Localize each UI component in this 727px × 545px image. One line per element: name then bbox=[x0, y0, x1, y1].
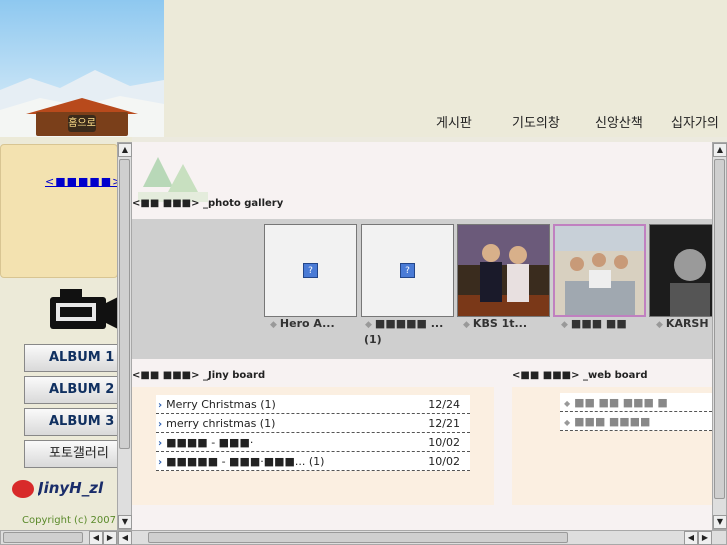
bullet-icon: ◆ bbox=[564, 399, 571, 408]
tree-illustration bbox=[138, 157, 208, 202]
web-board-row[interactable]: ◆ ■■■ ■■■■ bbox=[560, 412, 712, 431]
tv-show-photo bbox=[458, 225, 549, 316]
left-frame-scrollbar[interactable]: ▲ ▼ bbox=[117, 142, 132, 530]
logo-icon bbox=[12, 480, 34, 498]
scrollbar-thumb[interactable] bbox=[119, 159, 130, 449]
arrow-icon: › bbox=[158, 438, 163, 449]
scroll-left-icon[interactable]: ◀ bbox=[89, 531, 103, 545]
gallery-title-prefix: <■■ ■■■> bbox=[132, 198, 200, 209]
web-board-title-prefix: <■■ ■■■> bbox=[512, 370, 580, 381]
photo-thumbnail[interactable]: ? bbox=[264, 224, 357, 317]
nav-prayer[interactable]: 기도의창 bbox=[512, 112, 560, 131]
home-button[interactable]: 홈으로 bbox=[26, 98, 138, 137]
web-board-title-text: _web board bbox=[582, 370, 648, 381]
web-board-row[interactable]: ◆ ■■ ■■ ■■■ ■ bbox=[560, 393, 712, 412]
jiny-board-title: <■■ ■■■> _Jiny board bbox=[132, 370, 265, 381]
home-label: 홈으로 bbox=[68, 115, 96, 132]
header-banner: 홈으로 bbox=[0, 0, 164, 137]
scroll-down-icon[interactable]: ▼ bbox=[118, 515, 132, 529]
album-3-button[interactable]: ALBUM 3 bbox=[24, 408, 122, 436]
scroll-left-icon[interactable]: ◀ bbox=[118, 531, 132, 545]
photo-thumbnail[interactable]: ? bbox=[361, 224, 454, 317]
video-camera-icon bbox=[50, 289, 118, 329]
gallery-title-text: _photo gallery bbox=[202, 198, 284, 209]
bullet-icon: ◆ bbox=[564, 418, 571, 427]
scroll-right-icon[interactable]: ▶ bbox=[698, 531, 712, 545]
gallery-title: <■■ ■■■> _photo gallery bbox=[132, 198, 283, 209]
photo-gallery-strip: ? ◆ Hero A... ? ◆ ■■■■■ ... (1) ◆ KBS 1t... bbox=[132, 219, 712, 359]
web-board-title: <■■ ■■■> _web board bbox=[512, 370, 648, 381]
photo-comment-count: (1) bbox=[364, 333, 382, 346]
paper-link[interactable]: <■■■■■> bbox=[45, 175, 122, 188]
scroll-up-icon[interactable]: ▲ bbox=[118, 143, 132, 157]
album-2-button[interactable]: ALBUM 2 bbox=[24, 376, 122, 404]
jiny-board-title-prefix: <■■ ■■■> bbox=[132, 370, 200, 381]
scrollbar-thumb[interactable] bbox=[714, 159, 725, 499]
jiny-board-row[interactable]: › ■■■■■ - ■■■·■■■... (1) 10/02 bbox=[156, 452, 470, 471]
group-photo bbox=[555, 226, 644, 315]
photo-caption[interactable]: ◆KARSH ... bbox=[656, 317, 712, 330]
scroll-paper: <■■■■■> bbox=[0, 144, 121, 278]
nav-board[interactable]: 게시판 bbox=[436, 112, 472, 131]
arrow-icon: › bbox=[158, 419, 163, 430]
portrait-photo bbox=[650, 225, 712, 316]
copyright: Copyright (c) 2007 bbox=[22, 515, 116, 526]
scrollbar-thumb[interactable] bbox=[3, 532, 83, 543]
jiny-board-row[interactable]: › Merry Christmas (1) 12/24 bbox=[156, 395, 470, 414]
main-horizontal-scrollbar[interactable]: ◀ ◀ ▶ bbox=[117, 530, 727, 545]
photo-thumbnail[interactable] bbox=[457, 224, 550, 317]
house-icon: 홈으로 bbox=[36, 112, 128, 136]
broken-image-icon: ? bbox=[400, 263, 415, 278]
left-horizontal-scrollbar[interactable]: ◀ ▶ bbox=[0, 530, 117, 545]
nav-faith-walk[interactable]: 신앙산책 bbox=[595, 112, 643, 131]
main-frame: <■■ ■■■> _photo gallery ? ◆ Hero A... ? ◆… bbox=[132, 142, 712, 530]
jiny-board-row[interactable]: › merry christmas (1) 12/21 bbox=[156, 414, 470, 433]
scroll-up-icon[interactable]: ▲ bbox=[713, 143, 727, 157]
logo-text: JinyH_zl bbox=[38, 479, 104, 497]
photo-caption[interactable]: ◆ ■■■■■ ... bbox=[365, 317, 443, 330]
main-frame-scrollbar[interactable]: ▲ ▼ bbox=[712, 142, 727, 530]
arrow-icon: › bbox=[158, 400, 163, 411]
scroll-right-icon[interactable]: ▶ bbox=[103, 531, 117, 545]
photo-thumbnail[interactable] bbox=[649, 224, 712, 317]
scrollbar-thumb[interactable] bbox=[148, 532, 568, 543]
photo-gallery-button[interactable]: 포토갤러리 bbox=[24, 440, 122, 468]
album-1-button[interactable]: ALBUM 1 bbox=[24, 344, 122, 372]
jiny-board-row[interactable]: › ■■■■ - ■■■· 10/02 bbox=[156, 433, 470, 452]
arrow-icon: › bbox=[158, 457, 163, 468]
scroll-left-icon[interactable]: ◀ bbox=[684, 531, 698, 545]
photo-caption[interactable]: ◆ ■■■ ■■ bbox=[561, 317, 627, 330]
jiny-board-title-text: _Jiny board bbox=[202, 370, 266, 381]
nav-cross[interactable]: 십자가의 bbox=[671, 112, 727, 131]
scroll-down-icon[interactable]: ▼ bbox=[713, 515, 727, 529]
broken-image-icon: ? bbox=[303, 263, 318, 278]
photo-caption[interactable]: ◆ Hero A... bbox=[270, 317, 335, 330]
photo-caption[interactable]: ◆ KBS 1t... bbox=[463, 317, 527, 330]
photo-thumbnail[interactable] bbox=[553, 224, 646, 317]
